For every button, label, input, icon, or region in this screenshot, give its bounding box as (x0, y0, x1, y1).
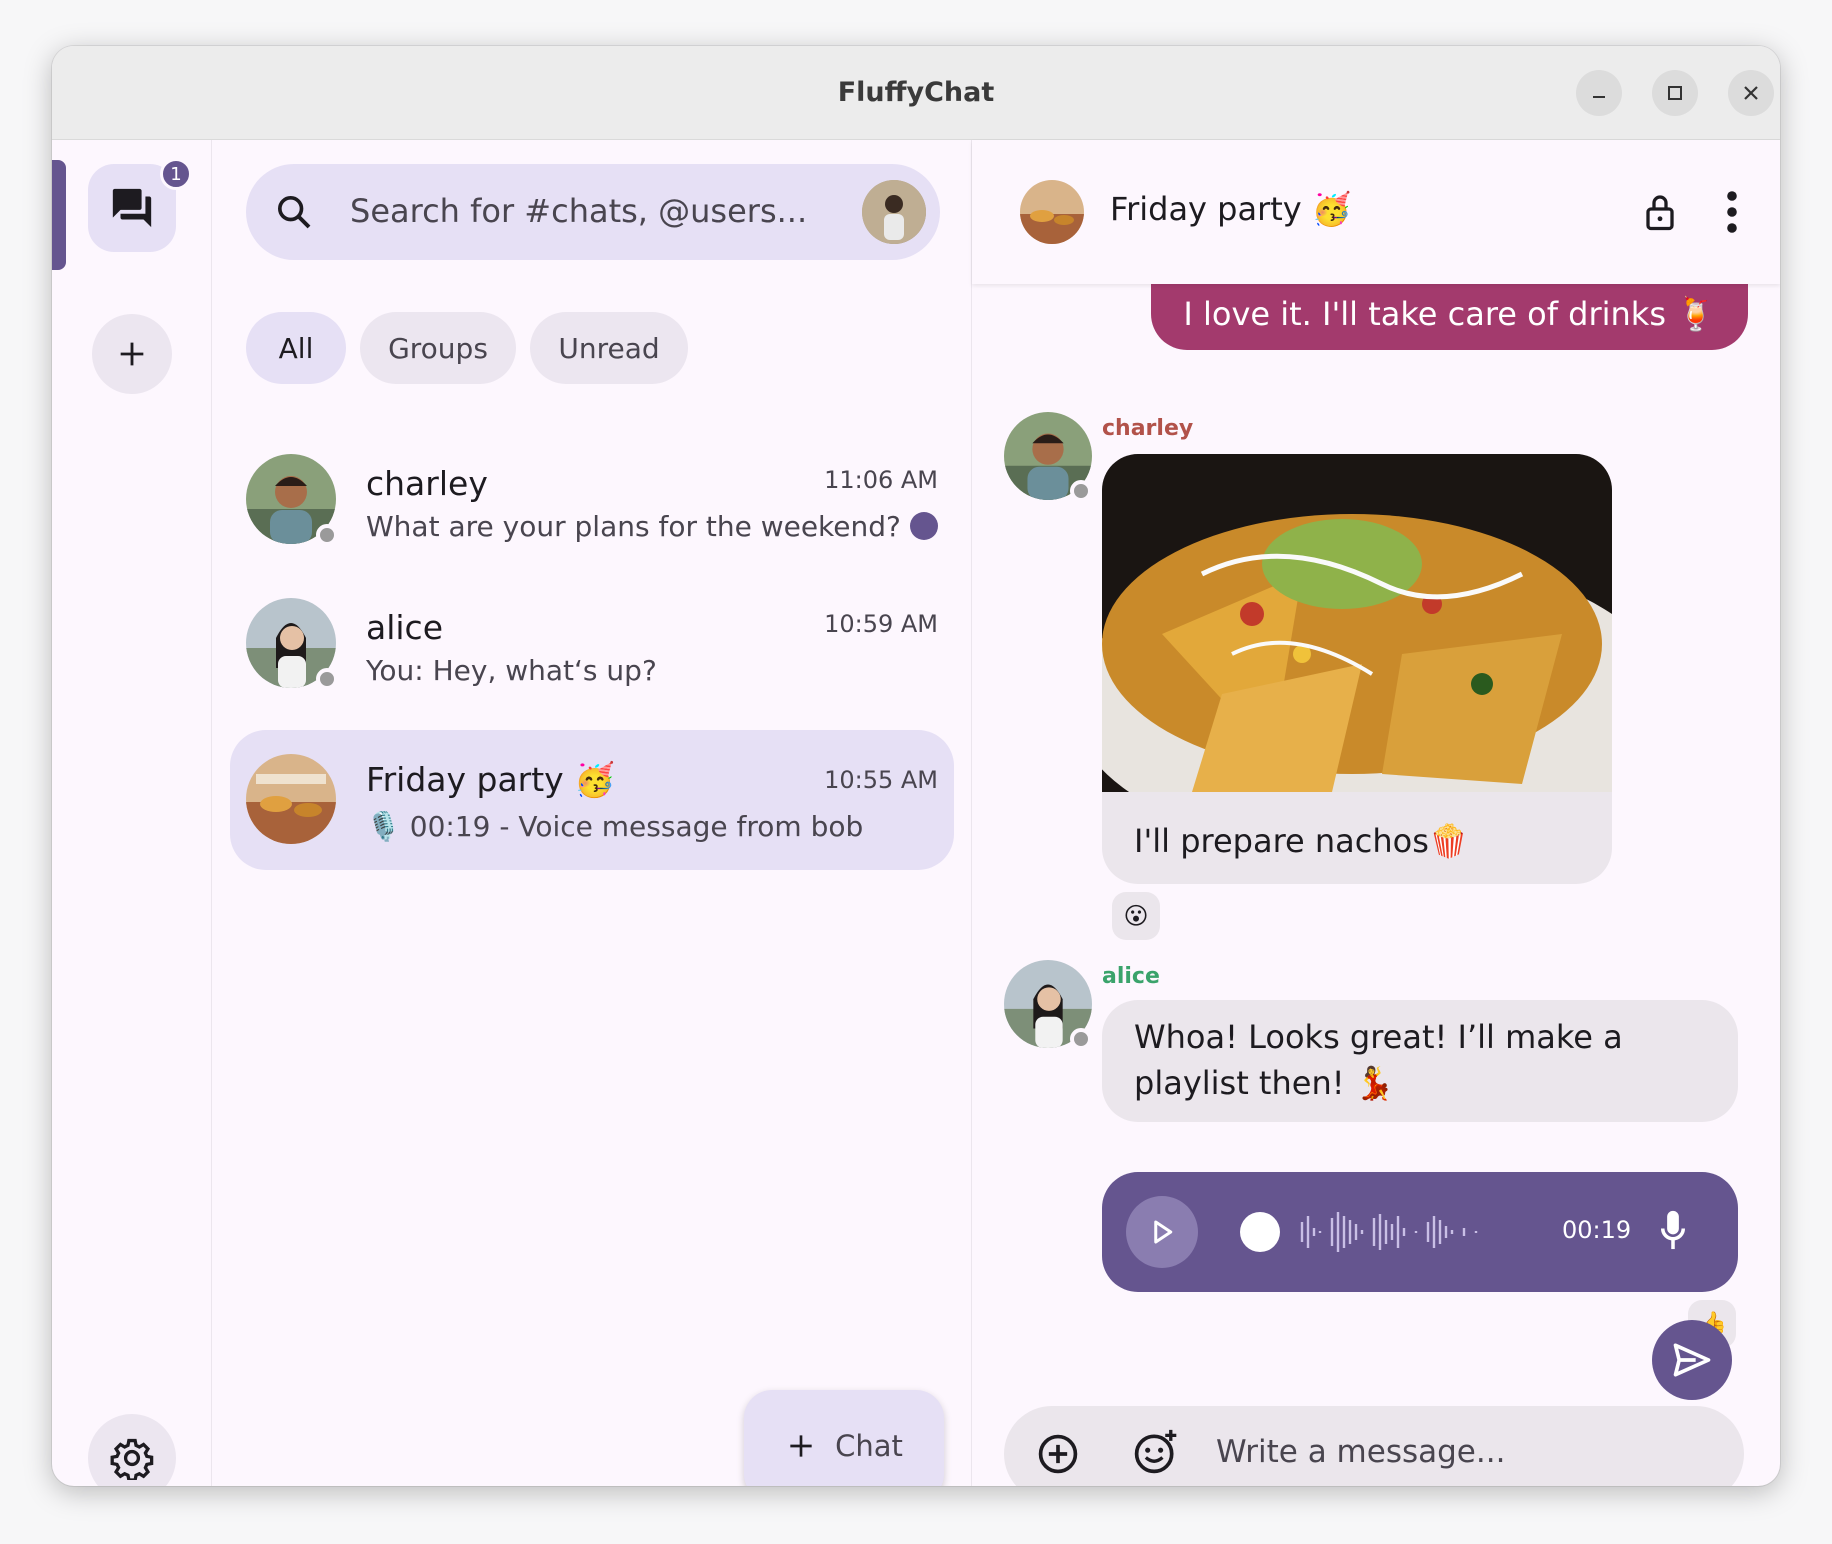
play-icon (1154, 1220, 1173, 1244)
rail-active-indicator (52, 160, 66, 270)
nachos-image[interactable] (1102, 454, 1612, 792)
new-chat-button[interactable]: Chat (744, 1390, 944, 1486)
app-window: FluffyChat 1 Search for #chats, @users..… (52, 46, 1780, 1486)
unread-badge: 1 (160, 158, 192, 190)
search-icon (278, 196, 311, 229)
presence-dot (1070, 480, 1092, 502)
chat-list-item-charley[interactable]: charley 11:06 AM What are your plans for… (230, 430, 954, 570)
message-text: I love it. I'll take care of drinks 🍹 (1183, 295, 1716, 333)
maximize-icon (1668, 86, 1682, 100)
voice-message-bubble[interactable]: 00:19 (1102, 1172, 1738, 1292)
presence-dot (316, 668, 338, 690)
minimize-button[interactable] (1576, 70, 1622, 116)
play-button[interactable] (1126, 1196, 1198, 1268)
sender-name: alice (1102, 964, 1160, 989)
close-icon (1744, 86, 1758, 100)
unread-indicator (910, 512, 938, 540)
close-button[interactable] (1728, 70, 1774, 116)
send-icon (1673, 1343, 1711, 1377)
image-caption: I'll prepare nachos🍿 (1134, 822, 1469, 860)
sender-name: charley (1102, 416, 1194, 441)
message-composer: Write a message... (1004, 1406, 1744, 1486)
filter-chip-all[interactable]: All (246, 312, 346, 384)
chat-list-panel: Search for #chats, @users... All Groups … (212, 140, 972, 1486)
chat-room-pane: Friday party 🥳 I love it. I'll take care… (972, 140, 1780, 1486)
room-avatar[interactable] (1020, 180, 1084, 244)
plus-icon (790, 1435, 812, 1457)
reaction-chip[interactable]: 😮 (1112, 892, 1160, 940)
minimize-icon (1593, 96, 1605, 98)
account-avatar[interactable] (862, 180, 926, 244)
lock-icon[interactable] (1642, 192, 1678, 232)
image-message-bubble[interactable]: I'll prepare nachos🍿 (1102, 454, 1612, 884)
send-button[interactable] (1652, 1320, 1732, 1400)
filter-chip-groups[interactable]: Groups (360, 312, 516, 384)
presence-dot (1070, 1028, 1092, 1050)
room-header: Friday party 🥳 (972, 140, 1780, 284)
add-circle-icon[interactable] (1036, 1432, 1080, 1476)
chat-list-item-friday-party[interactable]: Friday party 🥳 10:55 AM 🎙️ 00:19 - Voice… (230, 730, 954, 870)
new-space-button[interactable] (92, 314, 172, 394)
seek-handle[interactable] (1240, 1212, 1280, 1252)
own-message-bubble[interactable]: I love it. I'll take care of drinks 🍹 (1151, 278, 1748, 350)
settings-button[interactable] (88, 1414, 176, 1486)
window-title: FluffyChat (837, 77, 995, 108)
filter-chip-unread[interactable]: Unread (530, 312, 688, 384)
presence-dot (316, 524, 338, 546)
text-message-bubble[interactable]: Whoa! Looks great! I’ll make a playlist … (1102, 1000, 1738, 1122)
voice-duration: 00:19 (1562, 1216, 1632, 1244)
chat-preview: What are your plans for the weekend? (366, 510, 901, 543)
chat-time: 10:59 AM (824, 610, 938, 638)
navigation-rail: 1 (52, 140, 212, 1486)
message-text: Whoa! Looks great! I’ll make a playlist … (1134, 1018, 1623, 1102)
search-bar[interactable]: Search for #chats, @users... (246, 164, 940, 260)
chat-preview: You: Hey, what‘s up? (366, 654, 657, 687)
waveform (1300, 1212, 1478, 1252)
more-vert-icon[interactable] (1724, 190, 1740, 234)
message-input[interactable]: Write a message... (1216, 1434, 1505, 1470)
title-bar: FluffyChat (52, 46, 1780, 140)
mic-icon (1660, 1210, 1686, 1250)
plus-icon (120, 342, 144, 366)
avatar (246, 754, 336, 844)
chat-time: 10:55 AM (824, 766, 938, 794)
chat-preview: 🎙️ 00:19 - Voice message from bob (366, 810, 864, 843)
chat-list-item-alice[interactable]: alice 10:59 AM You: Hey, what‘s up? (230, 574, 954, 714)
chat-name: alice (366, 608, 444, 647)
room-title[interactable]: Friday party 🥳 (1110, 190, 1352, 228)
maximize-button[interactable] (1652, 70, 1698, 116)
chat-time: 11:06 AM (824, 466, 938, 494)
add-reaction-icon[interactable] (1132, 1428, 1180, 1476)
gear-icon (110, 1438, 154, 1480)
chat-name: charley (366, 464, 488, 503)
chat-name: Friday party 🥳 (366, 760, 616, 799)
new-chat-label: Chat (835, 1429, 903, 1463)
search-input[interactable]: Search for #chats, @users... (350, 192, 807, 230)
forum-icon (112, 188, 152, 228)
